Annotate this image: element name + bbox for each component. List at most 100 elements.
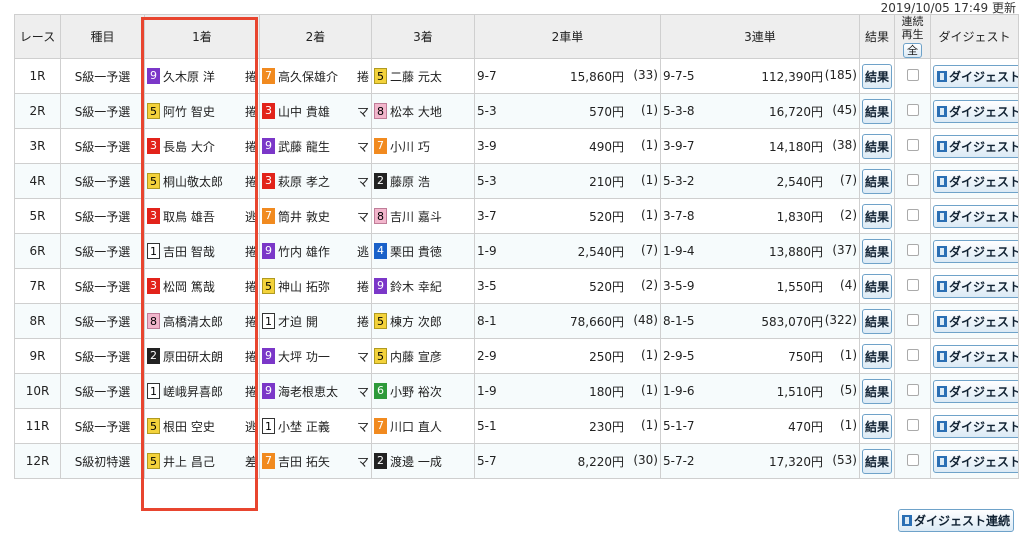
digest-button[interactable]: ダイジェスト	[933, 204, 1018, 228]
continuous-play-checkbox[interactable]	[906, 103, 919, 116]
header-second: 2着	[259, 14, 372, 59]
first-place-cell: 8 高橋清太郎 捲	[144, 303, 260, 339]
continuous-cell	[894, 163, 931, 199]
race-number: 7R	[14, 268, 61, 304]
race-class: S級一予選	[60, 58, 145, 94]
film-icon	[937, 385, 947, 397]
continuous-play-checkbox[interactable]	[906, 278, 919, 291]
trifecta-cell: 5-1-7 470円 (1)	[660, 408, 860, 444]
trifecta-payout: 1,830円	[776, 209, 823, 224]
film-icon	[937, 350, 947, 362]
trifecta-cell: 5-3-8 16,720円 (45)	[660, 93, 860, 129]
continuous-cell	[894, 268, 931, 304]
second-place-rider-name: 萩原 孝之	[278, 174, 330, 189]
table-row: 5R S級一予選 3 取鳥 雄吾 逃 7 筒井 敦史 マ 8 吉川 嘉斗 3-7…	[14, 198, 1019, 234]
bike-number-badge: 5	[147, 418, 160, 434]
digest-cell: ダイジェスト	[930, 443, 1019, 479]
digest-cell: ダイジェスト	[930, 128, 1019, 164]
exacta-cell: 5-7 8,220円 (30)	[474, 443, 661, 479]
result-button[interactable]: 結果	[862, 343, 893, 369]
digest-button[interactable]: ダイジェスト	[933, 274, 1018, 298]
trifecta-payout: 1,550円	[776, 279, 823, 294]
bike-number-badge: 4	[374, 243, 387, 259]
digest-continuous-label: ダイジェスト連続	[913, 514, 1010, 528]
result-button[interactable]: 結果	[862, 133, 893, 159]
third-place-rider-name: 吉川 嘉斗	[390, 209, 442, 224]
digest-button[interactable]: ダイジェスト	[933, 169, 1018, 193]
tactic-label: 捲	[244, 314, 257, 329]
result-button[interactable]: 結果	[862, 238, 893, 264]
continuous-play-checkbox[interactable]	[906, 348, 919, 361]
race-number: 3R	[14, 128, 61, 164]
continuous-play-checkbox[interactable]	[906, 418, 919, 431]
continuous-play-checkbox[interactable]	[906, 208, 919, 221]
third-place-rider-name: 川口 直人	[390, 419, 442, 434]
tactic-label: 捲	[356, 314, 369, 329]
result-button[interactable]: 結果	[862, 413, 893, 439]
continuous-play-checkbox[interactable]	[906, 68, 919, 81]
second-place-rider-name: 竹内 雄作	[278, 244, 330, 259]
third-place-cell: 2 藤原 浩	[371, 163, 475, 199]
film-icon	[937, 245, 947, 257]
film-icon	[937, 140, 947, 152]
digest-button-label: ダイジェスト	[949, 244, 1019, 259]
third-place-cell: 4 栗田 貴徳	[371, 233, 475, 269]
digest-button[interactable]: ダイジェスト	[933, 344, 1018, 368]
table-row: 4R S級一予選 5 桐山敬太郎 捲 3 萩原 孝之 マ 2 藤原 浩 5-3 …	[14, 163, 1019, 199]
digest-button[interactable]: ダイジェスト	[933, 64, 1018, 88]
digest-button[interactable]: ダイジェスト	[933, 379, 1018, 403]
third-place-rider-name: 松本 大地	[390, 104, 442, 119]
result-cell: 結果	[859, 233, 895, 269]
continuous-play-checkbox[interactable]	[906, 453, 919, 466]
trifecta-payout: 583,070円	[761, 314, 823, 329]
exacta-cell: 3-7 520円 (1)	[474, 198, 661, 234]
tactic-label: マ	[356, 349, 369, 364]
result-cell: 結果	[859, 443, 895, 479]
continuous-play-checkbox[interactable]	[906, 243, 919, 256]
exacta-combination: 5-7	[477, 454, 497, 468]
digest-button[interactable]: ダイジェスト	[933, 309, 1018, 333]
continuous-play-checkbox[interactable]	[906, 173, 919, 186]
exacta-payout: 180円	[589, 384, 624, 399]
tactic-label: マ	[356, 209, 369, 224]
trifecta-cell: 8-1-5 583,070円 (322)	[660, 303, 860, 339]
trifecta-payout: 16,720円	[769, 104, 823, 119]
third-place-rider-name: 二藤 元太	[390, 69, 442, 84]
digest-cell: ダイジェスト	[930, 198, 1019, 234]
result-button[interactable]: 結果	[862, 63, 893, 89]
result-button[interactable]: 結果	[862, 98, 893, 124]
race-class: S級一予選	[60, 373, 145, 409]
result-button[interactable]: 結果	[862, 378, 893, 404]
digest-button[interactable]: ダイジェスト	[933, 239, 1019, 263]
tactic-label: マ	[356, 174, 369, 189]
second-place-rider-name: 高久保雄介	[278, 69, 339, 84]
trifecta-payout: 750円	[788, 349, 823, 364]
digest-button[interactable]: ダイジェスト	[933, 99, 1019, 123]
second-place-cell: 7 吉田 拓矢 マ	[259, 443, 372, 479]
digest-button[interactable]: ダイジェスト	[933, 449, 1018, 473]
result-button[interactable]: 結果	[862, 168, 893, 194]
select-all-button[interactable]: 全	[903, 43, 922, 58]
digest-button[interactable]: ダイジェスト	[933, 414, 1018, 438]
result-button[interactable]: 結果	[862, 308, 893, 334]
third-place-cell: 8 松本 大地	[371, 93, 475, 129]
continuous-cell	[894, 303, 931, 339]
continuous-play-checkbox[interactable]	[906, 313, 919, 326]
trifecta-cell: 2-9-5 750円 (1)	[660, 338, 860, 374]
continuous-play-checkbox[interactable]	[906, 138, 919, 151]
trifecta-combination: 3-7-8	[663, 209, 695, 223]
result-button[interactable]: 結果	[862, 273, 893, 299]
digest-continuous-button[interactable]: ダイジェスト連続	[897, 509, 1014, 532]
exacta-cell: 9-7 15,860円 (33)	[474, 58, 661, 94]
continuous-play-checkbox[interactable]	[906, 383, 919, 396]
tactic-label: 捲	[244, 104, 257, 119]
result-button[interactable]: 結果	[862, 448, 893, 474]
bike-number-badge: 2	[147, 348, 160, 364]
third-place-rider-name: 渡邊 一成	[390, 454, 442, 469]
result-button[interactable]: 結果	[862, 203, 893, 229]
bike-number-badge: 1	[147, 383, 160, 399]
digest-button[interactable]: ダイジェスト	[933, 134, 1018, 158]
digest-button-label: ダイジェスト	[949, 104, 1019, 119]
bike-number-badge: 3	[147, 138, 160, 154]
film-icon	[937, 280, 947, 292]
